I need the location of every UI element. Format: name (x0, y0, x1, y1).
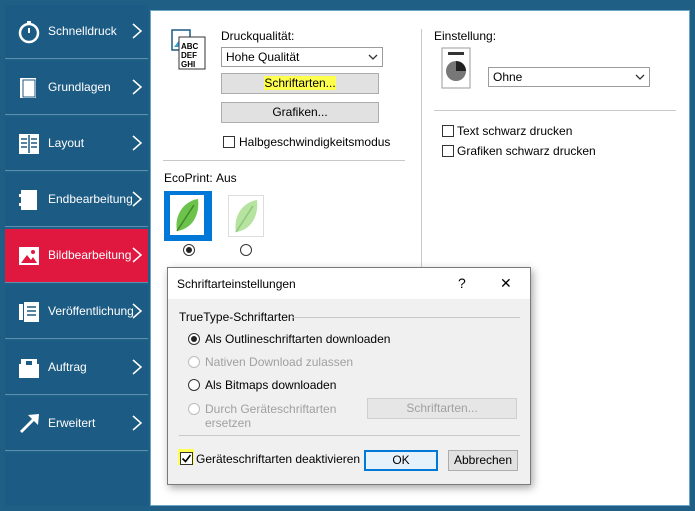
text-black-label: Text schwarz drucken (457, 124, 573, 138)
svg-text:ABC: ABC (181, 42, 199, 51)
graphics-black-label: Grafiken schwarz drucken (457, 144, 596, 158)
fonts-button[interactable]: Schriftarten... (221, 73, 379, 94)
sidebar-item-label: Layout (48, 136, 85, 150)
ecoprint-off-option[interactable] (227, 194, 264, 238)
job-box-icon (19, 359, 39, 378)
chevron-right-icon (132, 191, 143, 207)
chevron-right-icon (132, 303, 143, 319)
chevron-down-icon (368, 54, 378, 60)
print-quality-select[interactable]: Hohe Qualität (221, 47, 383, 67)
half-speed-label: Halbgeschwindigkeitsmodus (239, 135, 391, 149)
leaf-icon (176, 199, 199, 232)
setting-value: Ohne (493, 70, 523, 84)
sidebar-item-veroeffentlichung[interactable]: Veröffentlichung (5, 285, 148, 339)
native-download-radio (188, 356, 200, 368)
check-icon (181, 454, 192, 463)
layout-grid-icon (19, 134, 39, 154)
graphics-button[interactable]: Grafiken... (221, 102, 379, 123)
sidebar-item-label: Schnelldruck (48, 24, 117, 38)
dialog-divider (179, 435, 520, 436)
sidebar-filler (5, 453, 148, 506)
sidebar-item-bildbearbeitung[interactable]: Bildbearbeitung (5, 229, 148, 283)
chevron-right-icon (132, 415, 143, 431)
sidebar-item-endbearbeitung[interactable]: Endbearbeitung (5, 173, 148, 227)
bitmap-fonts-label: Als Bitmaps downloaden (205, 378, 337, 392)
sidebar-item-label: Endbearbeitung (48, 192, 133, 206)
ecoprint-on-radio[interactable] (183, 244, 195, 256)
sidebar-item-label: Erweitert (48, 416, 96, 430)
disable-device-fonts-checkbox[interactable] (180, 452, 193, 465)
cancel-button[interactable]: Abbrechen (448, 450, 518, 471)
ok-button-label: OK (392, 453, 410, 467)
image-edit-icon (19, 247, 39, 265)
chevron-down-icon (635, 74, 645, 80)
svg-text:DEF: DEF (181, 51, 197, 60)
graphics-black-checkbox[interactable] (442, 145, 454, 157)
disable-device-fonts-label: Geräteschriftarten deaktivieren (196, 452, 361, 466)
ecoprint-value: Aus (216, 171, 237, 185)
group-divider (292, 317, 520, 318)
text-black-checkbox[interactable] (442, 125, 454, 137)
dialog-fonts-button-label: Schriftarten... (406, 401, 478, 415)
divider (434, 110, 676, 111)
app-window: Schnelldruck Grundlagen Layout Endbearbe… (0, 0, 695, 511)
cancel-button-label: Abbrechen (453, 453, 513, 467)
arrow-advanced-icon (20, 414, 39, 433)
setting-select[interactable]: Ohne (488, 67, 650, 87)
native-download-label: Nativen Download zulassen (205, 355, 354, 369)
sidebar-item-label: Grundlagen (48, 80, 111, 94)
stopwatch-icon (18, 21, 40, 44)
help-button[interactable]: ? (458, 275, 466, 291)
dialog-title: Schriftarteinstellungen (177, 277, 296, 291)
grayscale-setting-icon (441, 47, 471, 89)
sidebar-item-layout[interactable]: Layout (5, 117, 148, 171)
half-speed-checkbox[interactable] (223, 136, 235, 148)
close-icon[interactable]: ✕ (500, 275, 512, 292)
sidebar-item-erweitert[interactable]: Erweitert (5, 397, 148, 451)
vertical-divider (421, 29, 422, 269)
chevron-right-icon (132, 23, 143, 39)
sidebar: Schnelldruck Grundlagen Layout Endbearbe… (5, 5, 148, 506)
ecoprint-on-option[interactable] (164, 191, 212, 241)
print-quality-value: Hohe Qualität (226, 50, 300, 64)
chevron-right-icon (132, 359, 143, 375)
chevron-right-icon (132, 79, 143, 95)
graphics-button-label: Grafiken... (272, 105, 328, 119)
sidebar-item-auftrag[interactable]: Auftrag (5, 341, 148, 395)
sidebar-item-label: Bildbearbeitung (48, 248, 132, 262)
page-icon (20, 78, 36, 98)
chevron-right-icon (132, 247, 143, 263)
dialog-fonts-button: Schriftarten... (367, 398, 517, 419)
print-quality-icon: ABC DEF GHI (171, 29, 206, 70)
publishing-icon (19, 302, 39, 322)
ok-button[interactable]: OK (364, 450, 438, 471)
truetype-group-label: TrueType-Schriftarten (179, 310, 295, 324)
sidebar-item-grundlagen[interactable]: Grundlagen (5, 61, 148, 115)
bitmap-fonts-radio[interactable] (188, 379, 200, 391)
device-fonts-substitute-radio (188, 403, 200, 415)
sidebar-item-label: Auftrag (48, 360, 87, 374)
ecoprint-off-radio[interactable] (240, 244, 252, 256)
outline-fonts-radio[interactable] (188, 333, 200, 345)
staple-finishing-icon (19, 190, 37, 210)
setting-label: Einstellung: (434, 29, 497, 43)
print-quality-label: Druckqualität: (221, 29, 295, 43)
font-settings-dialog: Schriftarteinstellungen ? ✕ TrueType-Sch… (167, 267, 531, 485)
outline-fonts-label: Als Outlineschriftarten downloaden (205, 332, 391, 346)
sidebar-item-schnelldruck[interactable]: Schnelldruck (5, 5, 148, 59)
chevron-right-icon (132, 135, 143, 151)
svg-text:GHI: GHI (181, 60, 195, 69)
divider (163, 160, 405, 161)
leaf-icon (235, 200, 258, 233)
dialog-titlebar: Schriftarteinstellungen ? ✕ (168, 268, 530, 299)
device-fonts-substitute-label: Durch Geräteschriftarten ersetzen (205, 402, 337, 430)
ecoprint-label: EcoPrint: (164, 171, 213, 185)
sidebar-item-label: Veröffentlichung (48, 304, 134, 318)
fonts-button-label: Schriftarten... (264, 76, 336, 90)
